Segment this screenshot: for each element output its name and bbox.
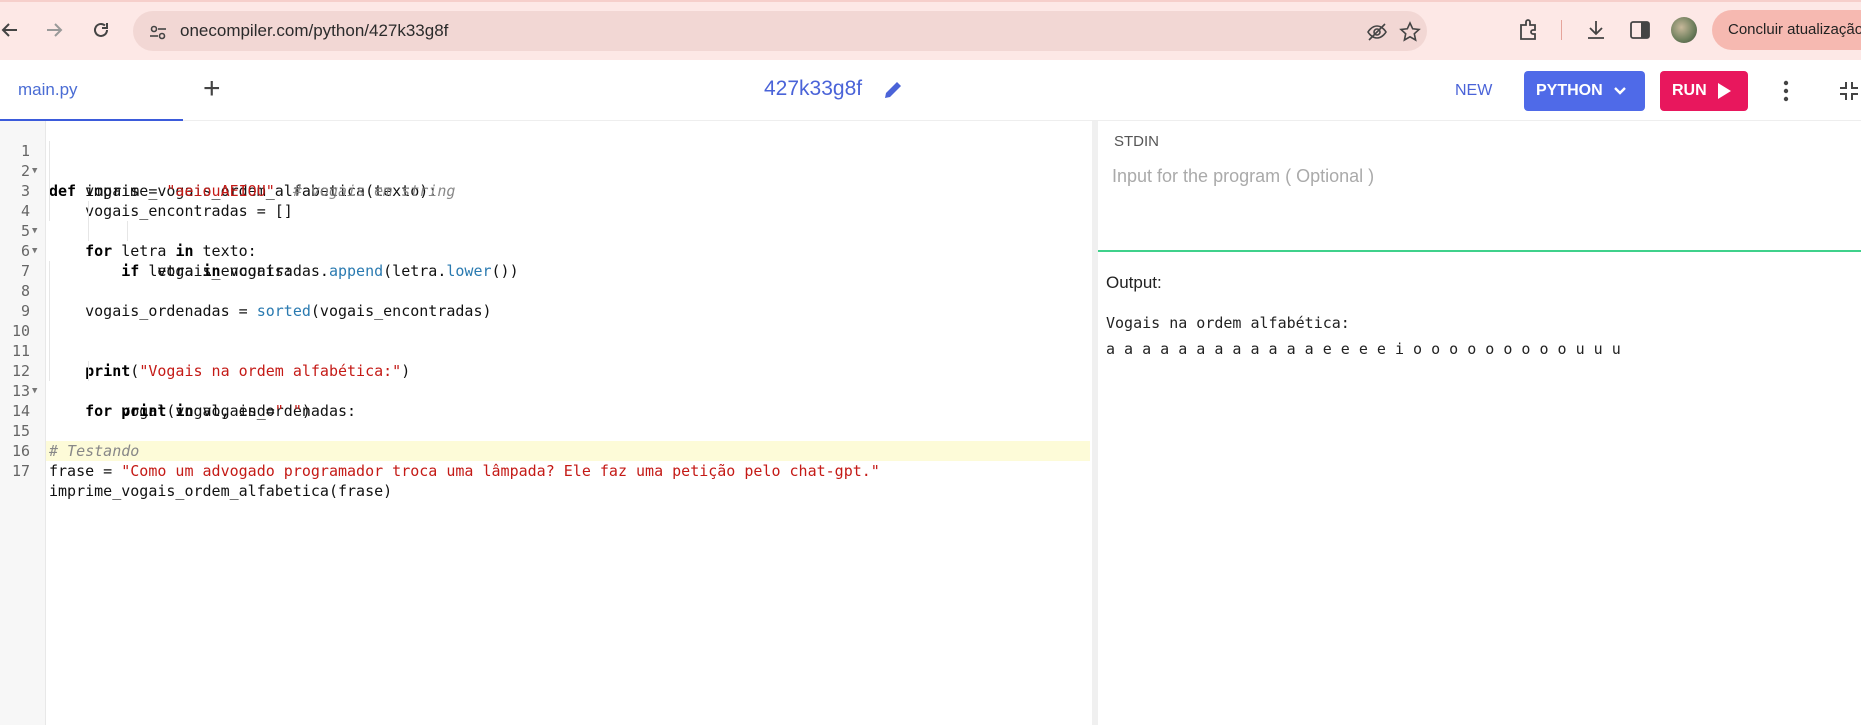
code-line[interactable]: 9 [0, 281, 1092, 320]
code-line[interactable]: 16 frase = "Como um advogado programador… [0, 421, 1092, 480]
new-button[interactable]: NEW [1455, 82, 1492, 100]
output-label: Output: [1106, 273, 1162, 292]
forward-icon[interactable] [38, 14, 70, 46]
stdin-border [1098, 250, 1861, 252]
line-number: 17 [11, 462, 30, 480]
indent-guide [49, 261, 50, 381]
app-header: main.py + 427k33g8f NEW PYTHON RUN [0, 60, 1861, 121]
code-line[interactable]: 1 ▼ def imprime_vogais_ordem_alfabetica(… [0, 121, 1092, 200]
collapse-icon[interactable] [1838, 81, 1860, 101]
code-line[interactable]: 11 print("Vogais na ordem alfabética:") [0, 321, 1092, 380]
indent-guide [88, 201, 89, 241]
stdin-label: STDIN [1114, 133, 1159, 150]
code-text[interactable]: imprime_vogais_ordem_alfabetica(frase) [49, 481, 392, 501]
add-file-button[interactable]: + [203, 74, 221, 104]
play-icon [1718, 83, 1731, 99]
back-icon[interactable] [0, 14, 26, 46]
code-line[interactable]: 4 ▼ for letra in texto: [0, 181, 1092, 260]
url-text[interactable]: onecompiler.com/python/427k33g8f [180, 21, 448, 41]
code-line[interactable]: 10 [0, 301, 1092, 340]
extensions-icon[interactable] [1516, 17, 1542, 43]
code-line[interactable]: 15 # Testando [0, 401, 1092, 460]
code-line[interactable]: 5 ▼ if letra in vogais: [0, 201, 1092, 280]
address-bar[interactable]: onecompiler.com/python/427k33g8f [133, 11, 1427, 51]
toolbar-separator [1561, 20, 1562, 40]
indent-guide [127, 221, 128, 241]
reload-icon[interactable] [85, 14, 117, 46]
output-line: a a a a a a a a a a a a e e e e i o o o … [1106, 340, 1621, 358]
side-panel-icon[interactable] [1627, 17, 1653, 43]
site-info-icon[interactable] [147, 21, 169, 43]
run-label: RUN [1672, 82, 1707, 99]
stdin-input[interactable] [1110, 160, 1814, 192]
code-line[interactable]: 8 vogais_ordenadas = sorted(vogais_encon… [0, 261, 1092, 320]
chevron-down-icon [1614, 87, 1626, 95]
code-line[interactable]: 2 vogais = "aeiouAEIOU" # vogais em stri… [0, 141, 1092, 200]
language-select-button[interactable]: PYTHON [1524, 71, 1645, 111]
code-line[interactable]: 7 [0, 241, 1092, 280]
code-line[interactable]: 6 vogais_encontradas.append(letra.lower(… [0, 221, 1092, 280]
tab-strip-edge [0, 0, 1861, 2]
finish-update-button[interactable]: Concluir atualização [1712, 10, 1861, 50]
code-editor[interactable]: 1 ▼ def imprime_vogais_ordem_alfabetica(… [0, 121, 1092, 725]
code-line[interactable]: 17 imprime_vogais_ordem_alfabetica(frase… [0, 441, 1092, 500]
program-id-title: 427k33g8f [764, 77, 863, 100]
indent-guide [88, 361, 89, 381]
bookmark-star-icon[interactable] [1399, 21, 1421, 43]
output-line: Vogais na ordem alfabética: [1106, 314, 1350, 332]
finish-update-label: Concluir atualização [1728, 21, 1861, 38]
run-button[interactable]: RUN [1660, 71, 1748, 111]
code-line[interactable]: 12 ▼ for vogal in vogais_ordenadas: [0, 341, 1092, 420]
download-icon[interactable] [1583, 17, 1609, 43]
code-line[interactable]: 13 print(vogal, end=" ") [0, 361, 1092, 420]
tab-main-py[interactable]: main.py [18, 80, 78, 100]
more-options-icon[interactable] [1782, 80, 1790, 102]
browser-toolbar: onecompiler.com/python/427k33g8f Conclui… [0, 0, 1861, 60]
eye-off-icon[interactable] [1366, 21, 1388, 43]
code-text[interactable]: frase = "Como um advogado programador tr… [49, 461, 880, 481]
code-line[interactable]: 14 [0, 381, 1092, 420]
pane-resizer[interactable] [1092, 121, 1098, 725]
code-line[interactable]: 3 vogais_encontradas = [] [0, 161, 1092, 220]
edit-pencil-icon[interactable] [882, 79, 904, 101]
profile-avatar[interactable] [1671, 17, 1697, 43]
language-label: PYTHON [1536, 82, 1603, 99]
indent-guide [49, 141, 50, 221]
